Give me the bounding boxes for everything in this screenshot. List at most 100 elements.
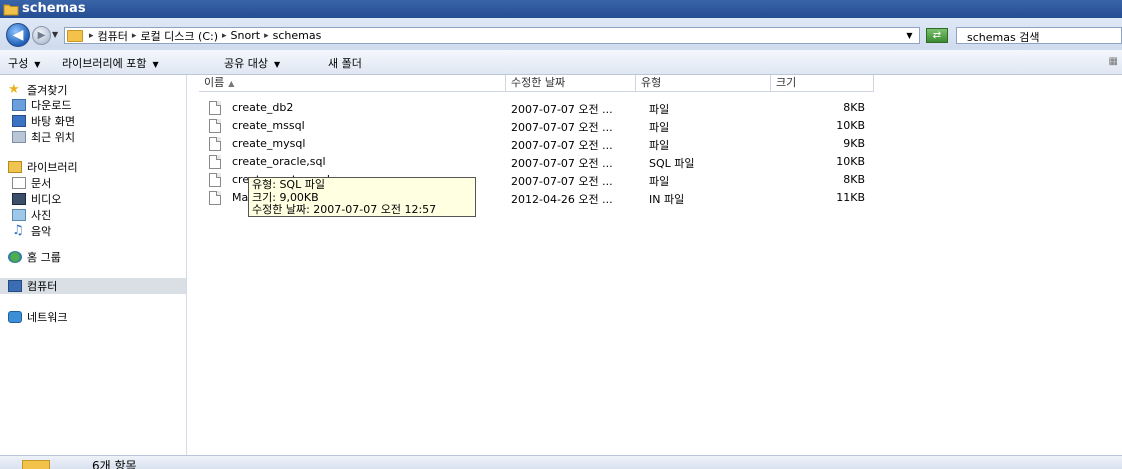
desktop-icon [12, 115, 26, 127]
nav-desktop[interactable]: 바탕 화면 [12, 113, 186, 129]
nav-libraries[interactable]: 라이브러리 [8, 159, 186, 175]
breadcrumb-snort[interactable]: Snort [229, 29, 263, 42]
status-bar: 6개 항목 [0, 455, 1122, 469]
chevron-right-icon[interactable]: ▸ [220, 31, 229, 41]
chevron-down-icon: ▼ [906, 31, 913, 40]
file-icon [209, 173, 221, 187]
file-type: 파일 [649, 121, 670, 134]
search-input[interactable]: schemas 검색 [956, 27, 1122, 44]
file-size: 8KB [843, 101, 865, 114]
file-icon [209, 155, 221, 169]
file-size: 10KB [836, 119, 865, 132]
file-name: create_oracle,sql [232, 155, 326, 168]
file-modified: 2007-07-07 오전 ... [511, 139, 613, 152]
library-icon [8, 161, 22, 173]
picture-icon [12, 209, 26, 221]
file-size: 10KB [836, 155, 865, 168]
file-type: SQL 파일 [649, 157, 695, 170]
address-dropdown[interactable]: ▼ [900, 27, 920, 44]
column-header-type[interactable]: 유형 [636, 75, 771, 92]
file-icon [209, 101, 221, 115]
history-dropdown[interactable]: ▼ [52, 30, 58, 39]
table-row[interactable]: create_mysql 2007-07-07 오전 ... 파일 9KB [187, 135, 1122, 153]
share-with-menu[interactable]: 공유 대상 ▼ [224, 55, 280, 71]
include-in-library-menu[interactable]: 라이브러리에 포함 ▼ [62, 55, 159, 71]
tooltip-type: 유형: SQL 파일 [252, 178, 325, 191]
command-bar: 구성 ▼ 라이브러리에 포함 ▼ 공유 대상 ▼ 새 폴더 ▦ [0, 50, 1122, 75]
back-button[interactable]: ◀ [6, 23, 30, 47]
file-modified: 2012-04-26 오전 ... [511, 193, 613, 206]
folder-icon [67, 29, 83, 42]
nav-computer[interactable]: 컴퓨터 [0, 278, 186, 294]
nav-documents[interactable]: 문서 [12, 175, 186, 191]
column-header-name[interactable]: 이름 ▲ [199, 75, 506, 92]
item-count: 6개 항목 [92, 459, 137, 469]
nav-recent-places[interactable]: 최근 위치 [12, 129, 186, 145]
navigation-pane: ★ 즐겨찾기 다운로드 바탕 화면 최근 위치 라이브러리 문서 비디오 사진 … [0, 75, 187, 455]
column-header-modified[interactable]: 수정한 날짜 [506, 75, 636, 92]
refresh-button[interactable]: ⇄ [926, 28, 948, 43]
address-bar: ◀ ▶ ▼ ▸ 컴퓨터 ▸ 로컬 디스크 (C:) ▸ Snort ▸ sche… [0, 18, 1122, 51]
nav-videos[interactable]: 비디오 [12, 191, 186, 207]
chevron-down-icon: ▼ [273, 60, 281, 69]
file-size: 11KB [836, 191, 865, 204]
video-icon [12, 193, 26, 205]
chevron-down-icon: ▼ [152, 60, 159, 69]
column-header-size[interactable]: 크기 [771, 75, 874, 92]
file-info-tooltip: 유형: SQL 파일 크기: 9,00KB 수정한 날짜: 2007-07-07… [248, 177, 476, 217]
refresh-icon: ⇄ [932, 30, 942, 41]
breadcrumb-computer[interactable]: 컴퓨터 [96, 28, 130, 44]
nav-network[interactable]: 네트워크 [8, 309, 186, 325]
chevron-down-icon: ▼ [34, 60, 41, 69]
network-icon [8, 311, 22, 323]
title-bar: schemas [0, 0, 1122, 18]
folder-icon [3, 4, 19, 16]
chevron-right-icon[interactable]: ▸ [262, 31, 271, 41]
chevron-down-icon: ▼ [52, 30, 59, 39]
file-type: 파일 [649, 103, 670, 116]
breadcrumb-local-disk[interactable]: 로컬 디스크 (C:) [138, 28, 220, 44]
file-size: 8KB [843, 173, 865, 186]
file-size: 9KB [843, 137, 865, 150]
table-row[interactable]: create_mssql 2007-07-07 오전 ... 파일 10KB [187, 117, 1122, 135]
file-list: 이름 ▲ 수정한 날짜 유형 크기 create_db2 2007-07-07 오… [187, 75, 1122, 455]
homegroup-icon [8, 251, 22, 263]
chevron-right-icon[interactable]: ▸ [130, 31, 139, 41]
file-name: create_mysql [232, 137, 306, 150]
arrow-right-icon: ▶ [37, 30, 46, 41]
arrow-left-icon: ◀ [12, 27, 24, 43]
file-name: create_mssql [232, 119, 305, 132]
file-modified: 2007-07-07 오전 ... [511, 175, 613, 188]
nav-music[interactable]: ♫ 음악 [12, 223, 186, 239]
nav-favorites[interactable]: ★ 즐겨찾기 [8, 82, 186, 98]
nav-downloads[interactable]: 다운로드 [12, 97, 186, 113]
downloads-icon [12, 99, 26, 111]
file-modified: 2007-07-07 오전 ... [511, 121, 613, 134]
breadcrumb-schemas[interactable]: schemas [271, 29, 324, 42]
file-icon [209, 137, 221, 151]
nav-homegroup[interactable]: 홈 그룹 [8, 249, 186, 265]
star-icon: ★ [8, 82, 20, 97]
file-name: create_db2 [232, 101, 294, 114]
file-type: 파일 [649, 139, 670, 152]
file-icon [209, 119, 221, 133]
window-title: schemas [22, 1, 86, 16]
new-folder-button[interactable]: 새 폴더 [328, 55, 362, 71]
file-modified: 2007-07-07 오전 ... [511, 157, 613, 170]
file-modified: 2007-07-07 오전 ... [511, 103, 613, 116]
nav-pictures[interactable]: 사진 [12, 207, 186, 223]
organize-menu[interactable]: 구성 ▼ [8, 55, 40, 71]
document-icon [12, 177, 26, 189]
chevron-right-icon[interactable]: ▸ [87, 31, 96, 41]
forward-button[interactable]: ▶ [32, 26, 51, 45]
file-type: 파일 [649, 175, 670, 188]
breadcrumb[interactable]: ▸ 컴퓨터 ▸ 로컬 디스크 (C:) ▸ Snort ▸ schemas [64, 27, 900, 44]
view-options-icon[interactable]: ▦ [1109, 56, 1118, 67]
table-row[interactable]: create_oracle,sql 2007-07-07 오전 ... SQL … [187, 153, 1122, 171]
computer-icon [8, 280, 22, 292]
recent-places-icon [12, 131, 26, 143]
file-icon [209, 191, 221, 205]
sort-ascending-icon: ▲ [228, 79, 235, 88]
table-row[interactable]: create_db2 2007-07-07 오전 ... 파일 8KB [187, 99, 1122, 117]
tooltip-modified: 수정한 날짜: 2007-07-07 오전 12:57 [252, 203, 437, 216]
